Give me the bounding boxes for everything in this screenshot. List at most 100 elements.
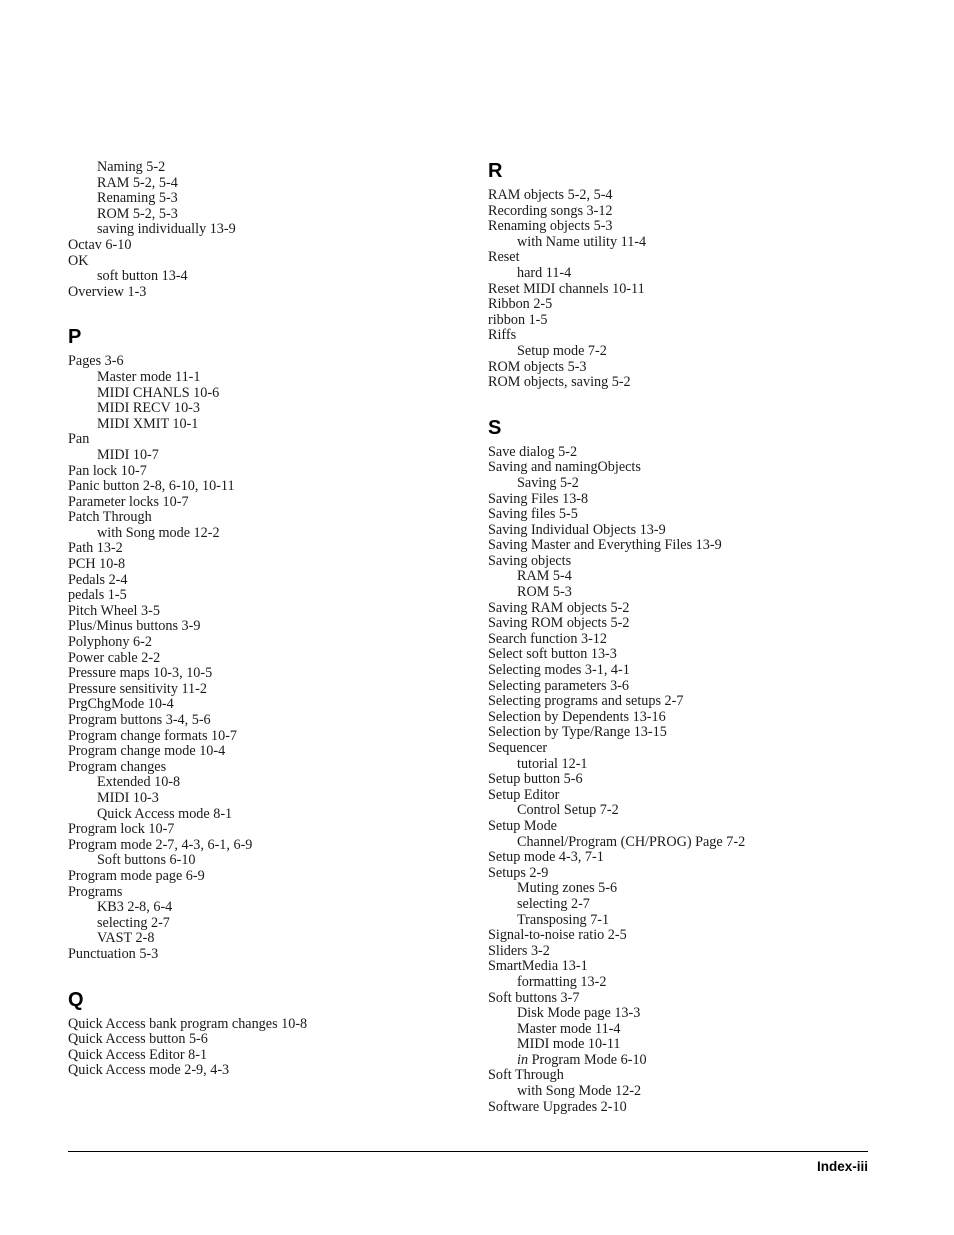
index-entry: Program mode page 6-9 <box>68 867 205 884</box>
index-subentry: selecting 2-7 <box>517 895 590 912</box>
index-columns: Naming 5-2 RAM 5-2, 5-4 Renaming 5-3 ROM 5-… <box>68 159 868 1120</box>
index-section-continued: Naming 5-2 RAM 5-2, 5-4 Renaming 5-3 ROM 5-… <box>68 159 458 300</box>
index-entry: Reset MIDI channels 10-11 <box>488 280 645 297</box>
index-entry: Signal-to-noise ratio 2-5 <box>488 927 627 944</box>
index-entry: Parameter locks 10-7 <box>68 493 189 510</box>
index-entry: Selecting parameters 3-6 <box>488 677 630 694</box>
index-entry-list: Naming 5-2 RAM 5-2, 5-4 Renaming 5-3 ROM 5-… <box>68 159 458 300</box>
footer-divider <box>68 1151 868 1152</box>
index-entry-list: Quick Access bank program changes 10-8 Qu… <box>68 1015 458 1079</box>
index-entry: SmartMedia 13-1 <box>488 958 588 975</box>
index-entry: Punctuation 5-3 <box>68 945 159 962</box>
index-entry: Renaming objects 5-3 <box>488 218 613 235</box>
index-entry: Pan lock 10-7 <box>68 462 147 479</box>
italic-qualifier: in <box>517 1051 529 1068</box>
index-entry: Power cable 2-2 <box>68 649 161 666</box>
index-entry: Path 13-2 <box>68 540 123 557</box>
index-subentry: with Song mode 12-2 <box>97 524 220 541</box>
index-entry: Reset <box>488 249 520 266</box>
index-subentry: Soft buttons 6-10 <box>97 852 196 869</box>
index-entry: Quick Access bank program changes 10-8 <box>68 1015 308 1032</box>
index-entry: Setups 2-9 <box>488 864 549 881</box>
index-subentry: Quick Access mode 8-1 <box>97 805 233 822</box>
section-heading-r: R <box>488 160 503 182</box>
index-subentry: VAST 2-8 <box>97 930 155 947</box>
index-entry: Saving Master and Everything Files 13-9 <box>488 537 722 554</box>
index-subentry: tutorial 12-1 <box>517 755 588 772</box>
index-entry: Pitch Wheel 3-5 <box>68 602 160 619</box>
index-entry: ROM objects, saving 5-2 <box>488 374 631 391</box>
index-entry: Program mode 2-7, 4-3, 6-1, 6-9 <box>68 836 253 853</box>
index-subentry: hard 11-4 <box>517 264 572 281</box>
index-subentry: Naming 5-2 <box>97 159 166 175</box>
index-entry: Ribbon 2-5 <box>488 296 553 313</box>
index-subentry: soft button 13-4 <box>97 268 188 285</box>
index-subentry: Muting zones 5-6 <box>517 880 618 897</box>
index-entry: Program change formats 10-7 <box>68 727 238 744</box>
index-entry: Sequencer <box>488 740 548 756</box>
index-entry: Programs <box>68 883 123 900</box>
index-subentry: Master mode 11-4 <box>517 1020 621 1037</box>
index-entry: Program buttons 3-4, 5-6 <box>68 712 211 728</box>
index-entry: Pan <box>68 431 90 448</box>
index-entry: ribbon 1-5 <box>488 311 548 328</box>
index-section-s: S Save dialog 5-2 Saving and namingObjects… <box>488 417 878 1116</box>
index-entry: Overview 1-3 <box>68 283 147 300</box>
index-entry: Pedals 2-4 <box>68 571 128 588</box>
index-entry: Riffs <box>488 327 517 344</box>
index-subentry: Saving 5-2 <box>517 474 579 491</box>
index-section-p: P Pages 3-6 Master mode 11-1 MIDI CHANLS 10… <box>68 326 458 962</box>
index-entry: Setup button 5-6 <box>488 771 583 788</box>
index-entry: Sliders 3-2 <box>488 942 550 959</box>
index-subentry: Transposing 7-1 <box>517 911 610 928</box>
index-entry: Pages 3-6 <box>68 353 124 370</box>
index-subentry: ROM 5-2, 5-3 <box>97 205 178 222</box>
index-column-right: R RAM objects 5-2, 5-4 Recording songs 3-1… <box>488 160 878 1115</box>
index-entry: pedals 1-5 <box>68 587 127 604</box>
index-entry: Quick Access Editor 8-1 <box>68 1046 208 1063</box>
index-entry: Saving objects <box>488 552 572 569</box>
index-entry: Octav 6-10 <box>68 236 132 253</box>
index-subentry: Master mode 11-1 <box>97 368 201 385</box>
index-page: Naming 5-2 RAM 5-2, 5-4 Renaming 5-3 ROM 5-… <box>0 0 954 1235</box>
index-subentry: MIDI XMIT 10-1 <box>97 415 199 432</box>
index-subentry: MIDI 10-3 <box>97 789 159 806</box>
index-entry: Quick Access button 5-6 <box>68 1031 208 1048</box>
index-entry: PCH 10-8 <box>68 556 126 573</box>
index-entry: Pressure sensitivity 11-2 <box>68 680 207 697</box>
index-entry: PrgChgMode 10-4 <box>68 696 174 713</box>
index-entry: Selecting programs and setups 2-7 <box>488 693 684 710</box>
index-entry: Saving ROM objects 5-2 <box>488 615 630 632</box>
index-entry: Saving Individual Objects 13-9 <box>488 521 666 538</box>
index-entry: RAM objects 5-2, 5-4 <box>488 187 613 203</box>
index-entry: Recording songs 3-12 <box>488 202 613 219</box>
index-entry: Selecting modes 3-1, 4-1 <box>488 662 630 679</box>
index-entry: Search function 3-12 <box>488 630 607 647</box>
index-entry: Panic button 2-8, 6-10, 10-11 <box>68 478 235 495</box>
index-subentry: MIDI mode 10-11 <box>517 1036 621 1053</box>
index-subentry: with Name utility 11-4 <box>517 233 647 250</box>
index-entry: Saving Files 13-8 <box>488 490 589 507</box>
index-entry-list: Pages 3-6 Master mode 11-1 MIDI CHANLS 10-… <box>68 354 458 962</box>
index-subentry: ROM 5-3 <box>517 584 572 601</box>
index-section-q: Q Quick Access bank program changes 10-8 Q… <box>68 989 458 1079</box>
index-entry: Save dialog 5-2 <box>488 443 578 460</box>
index-subentry: KB3 2-8, 6-4 <box>97 899 173 916</box>
index-entry: Selection by Type/Range 13-15 <box>488 724 667 741</box>
index-subentry: saving individually 13-9 <box>97 221 236 238</box>
index-subentry: RAM 5-2, 5-4 <box>97 174 178 191</box>
section-heading-s: S <box>488 416 502 439</box>
index-entry: Soft Through <box>488 1067 564 1084</box>
index-subentry: Renaming 5-3 <box>97 190 178 207</box>
section-heading-p: P <box>68 326 82 349</box>
section-heading-q: Q <box>68 988 84 1011</box>
index-column-left: Naming 5-2 RAM 5-2, 5-4 Renaming 5-3 ROM 5-… <box>68 159 458 1079</box>
index-entry: Saving and namingObjects <box>488 459 641 476</box>
index-entry: Plus/Minus buttons 3-9 <box>68 618 201 635</box>
index-subentry: RAM 5-4 <box>517 568 572 585</box>
index-entry: Setup Editor <box>488 786 560 803</box>
index-entry: Polyphony 6-2 <box>68 634 152 651</box>
index-subentry: formatting 13-2 <box>517 973 607 990</box>
index-entry: Saving RAM objects 5-2 <box>488 599 630 616</box>
index-entry: Saving files 5-5 <box>488 506 578 523</box>
